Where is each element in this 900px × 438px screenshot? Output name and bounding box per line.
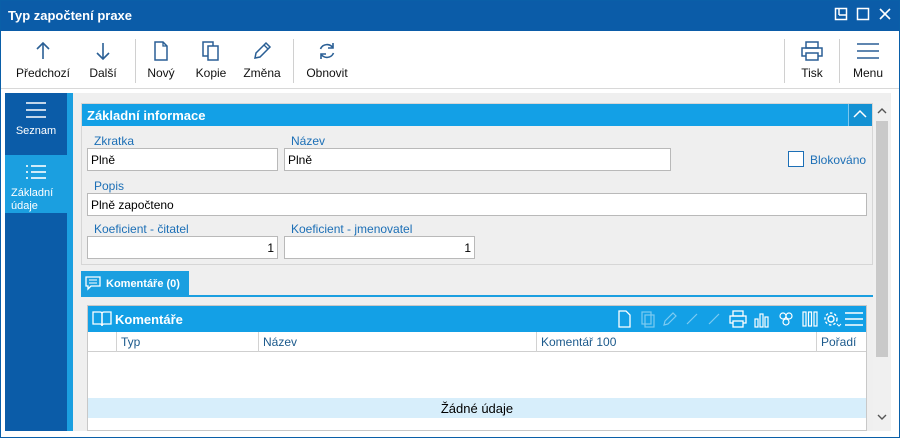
name-field[interactable]: Plně	[284, 148, 671, 171]
blocked-label: Blokováno	[810, 153, 867, 167]
arrow-up-icon	[36, 41, 50, 59]
menu-label: Menu	[852, 66, 884, 80]
desc-field[interactable]: Plně započteno	[87, 193, 867, 216]
abbr-label: Zkratka	[94, 134, 135, 148]
numerator-label: Koeficient - čitatel	[94, 222, 189, 236]
numerator-field[interactable]: 1	[87, 236, 278, 259]
refresh-icon	[319, 43, 335, 59]
scroll-thumb[interactable]	[876, 121, 888, 357]
column-name[interactable]: Název	[258, 332, 536, 352]
basic-info-title: Základní informace	[87, 108, 206, 123]
chart-icon[interactable]	[752, 309, 772, 329]
empty-state: Žádné údaje	[88, 398, 866, 418]
arrow-down-icon	[96, 43, 110, 61]
desc-label: Popis	[94, 179, 125, 193]
pencil-icon	[254, 41, 272, 59]
toolbar: Předchozí Další Nový Kopie Změna Obnovit…	[1, 31, 899, 89]
toolbar-separator	[839, 39, 840, 83]
book-icon	[92, 311, 112, 327]
settings-icon[interactable]	[822, 309, 842, 329]
new-record-icon[interactable]	[614, 309, 634, 329]
refresh-label: Obnovit	[306, 66, 348, 80]
print-label: Tisk	[801, 66, 823, 80]
basic-info-panel: Základní informace Zkratka Plně Název Pl…	[81, 103, 873, 265]
list-icon	[26, 102, 46, 118]
denominator-label: Koeficient - jmenovatel	[291, 222, 413, 236]
copy-record-icon	[638, 309, 658, 329]
nav-basic-label-line1: Základní	[11, 187, 54, 199]
name-label: Název	[291, 134, 326, 148]
abbr-field[interactable]: Plně	[87, 148, 278, 171]
close-icon[interactable]	[875, 6, 895, 26]
maximize-icon[interactable]	[853, 6, 873, 26]
next-label: Další	[89, 66, 117, 80]
move-record-icon	[704, 309, 724, 329]
comments-column-header: Typ Název Komentář 100 Pořadí	[88, 332, 866, 352]
change-button[interactable]: Změna	[239, 31, 285, 89]
previous-label: Předchozí	[15, 66, 71, 80]
scroll-down-icon[interactable]	[876, 411, 888, 423]
nav-list-label: Seznam	[15, 125, 57, 137]
new-document-icon	[154, 41, 168, 61]
printer-icon	[801, 41, 823, 61]
vertical-scrollbar[interactable]	[873, 101, 891, 431]
print-button[interactable]: Tisk	[791, 31, 833, 89]
new-label: Nový	[147, 66, 175, 80]
tab-comments[interactable]: Komentáře (0)	[81, 271, 189, 297]
nav-item-basic-data[interactable]: Základní údaje	[5, 155, 67, 213]
details-list-icon	[26, 165, 46, 179]
comment-icon	[85, 276, 101, 291]
window-title: Typ započtení praxe	[8, 8, 133, 23]
edit-record-icon	[660, 309, 680, 329]
basic-info-header: Základní informace	[82, 104, 872, 126]
comments-grid-header: Komentáře	[88, 306, 866, 332]
restore-icon[interactable]	[831, 6, 851, 26]
copy-button[interactable]: Kopie	[189, 31, 233, 89]
scroll-up-icon[interactable]	[876, 105, 888, 117]
blocked-checkbox[interactable]	[788, 151, 804, 167]
column-type[interactable]: Typ	[116, 332, 256, 352]
comments-grid-title: Komentáře	[115, 312, 183, 327]
toolbar-separator	[293, 39, 294, 83]
grid-print-icon[interactable]	[728, 309, 748, 329]
tab-comments-label: Komentáře (0)	[106, 278, 180, 290]
copy-label: Kopie	[195, 66, 227, 80]
grid-menu-icon[interactable]	[844, 309, 864, 329]
toolbar-separator	[135, 39, 136, 83]
toolbar-separator	[784, 39, 785, 83]
collapse-button[interactable]	[848, 104, 872, 126]
copy-icon	[202, 41, 219, 61]
denominator-field[interactable]: 1	[284, 236, 475, 259]
nav-basic-label-line2: údaje	[11, 200, 38, 212]
nav-item-list[interactable]: Seznam	[5, 93, 67, 151]
delete-record-icon	[682, 309, 702, 329]
next-button[interactable]: Další	[81, 31, 125, 89]
column-comment[interactable]: Komentář 100	[536, 332, 816, 352]
nav-basic-label: Základní údaje	[5, 187, 67, 213]
left-navigation: Seznam Základní údaje	[5, 93, 67, 431]
columns-icon[interactable]	[800, 309, 820, 329]
group-icon[interactable]	[776, 309, 796, 329]
app-window: Typ započtení praxe Předchozí Další Nový…	[0, 0, 900, 438]
new-button[interactable]: Nový	[141, 31, 181, 89]
menu-button[interactable]: Menu	[845, 31, 891, 89]
column-order[interactable]: Pořadí	[816, 332, 866, 352]
title-bar: Typ započtení praxe	[1, 1, 899, 31]
comments-grid: Komentáře Typ Název Komentář 100 Pořadí	[87, 305, 867, 431]
tab-bar: Komentáře (0)	[81, 271, 891, 297]
previous-button[interactable]: Předchozí	[11, 31, 75, 89]
content-area: Základní informace Zkratka Plně Název Pl…	[73, 93, 891, 431]
hamburger-icon	[857, 43, 879, 59]
refresh-button[interactable]: Obnovit	[299, 31, 355, 89]
change-label: Změna	[243, 66, 281, 80]
chevron-up-icon	[853, 109, 867, 118]
